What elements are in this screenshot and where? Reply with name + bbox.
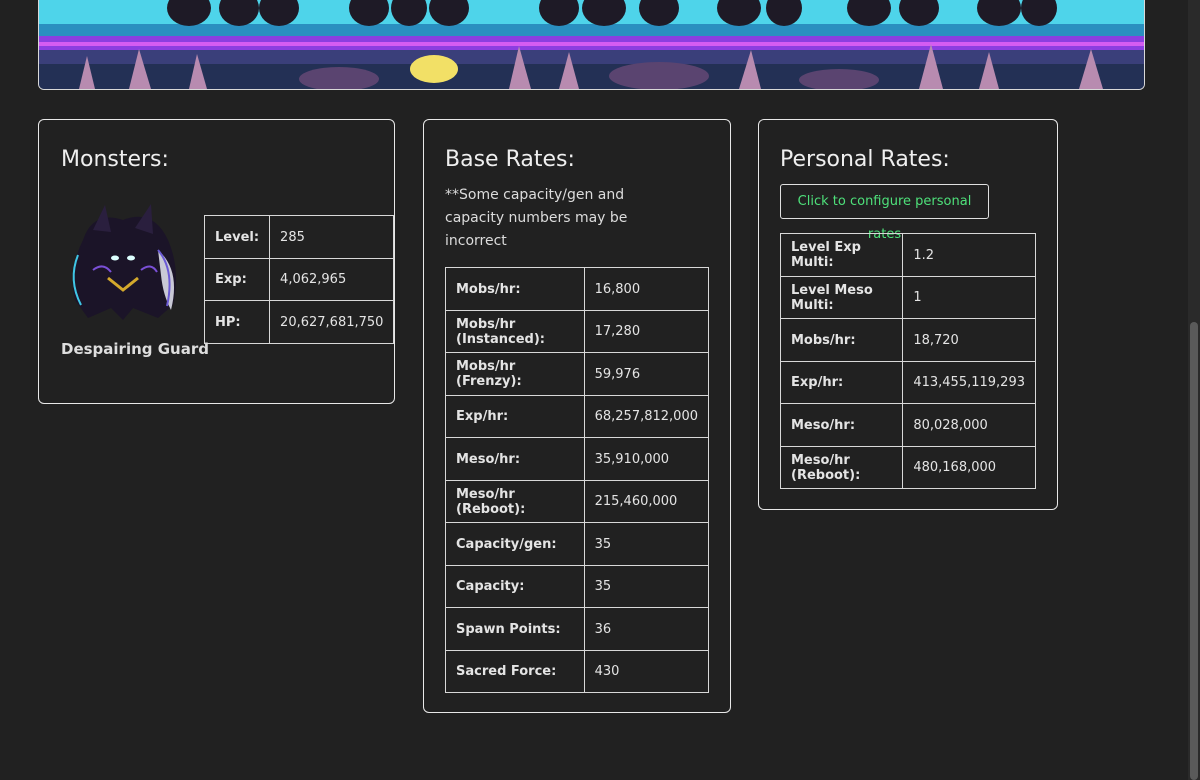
rate-value: 480,168,000	[902, 446, 1036, 489]
monster-image	[72, 204, 177, 320]
rate-label: Meso/hr (Reboot):	[445, 480, 585, 523]
monster-name: Despairing Guard	[61, 340, 209, 358]
table-row: Exp: 4,062,965	[203, 258, 395, 301]
rate-label: Spawn Points:	[445, 607, 585, 651]
table-row: Sacred Force: 430	[445, 650, 710, 693]
rate-label: Level Meso Multi:	[779, 276, 904, 319]
table-row: Capacity: 35	[445, 565, 710, 608]
rate-label: Meso/hr (Reboot):	[779, 446, 904, 489]
rate-label: Capacity/gen:	[445, 522, 585, 566]
rate-value: 17,280	[583, 310, 710, 353]
rate-value: 1.2	[902, 233, 1036, 277]
rate-label: Mobs/hr:	[779, 318, 904, 362]
page: Monsters: Despairing Guard Level: 285 Ex…	[0, 0, 1200, 780]
stat-label: HP:	[203, 300, 271, 344]
table-row: Mobs/hr (Frenzy): 59,976	[445, 352, 710, 396]
rate-value: 36	[583, 607, 710, 651]
personal-rates-card: Personal Rates: Click to configure perso…	[758, 119, 1058, 510]
rate-value: 215,460,000	[583, 480, 710, 523]
page-scrollbar[interactable]	[1188, 0, 1200, 780]
table-row: Level Exp Multi: 1.2	[779, 233, 1036, 277]
scrollbar-thumb[interactable]	[1190, 322, 1198, 780]
rate-label: Meso/hr:	[445, 437, 585, 481]
configure-personal-rates-button[interactable]: Click to configure personal rates	[780, 184, 989, 242]
rate-value: 68,257,812,000	[583, 395, 710, 438]
monsters-title: Monsters:	[61, 147, 169, 172]
rate-value: 1	[902, 276, 1036, 319]
stat-value: 285	[269, 215, 395, 259]
rate-label: Level Exp Multi:	[779, 233, 904, 277]
table-row: Exp/hr: 413,455,119,293	[779, 361, 1036, 404]
table-row: Meso/hr (Reboot): 480,168,000	[779, 446, 1036, 489]
rate-value: 413,455,119,293	[902, 361, 1036, 404]
rate-value: 18,720	[902, 318, 1036, 362]
base-rates-title: Base Rates:	[445, 147, 575, 172]
rate-value: 35	[583, 522, 710, 566]
table-row: Mobs/hr: 18,720	[779, 318, 1036, 362]
stat-label: Level:	[203, 215, 271, 259]
rate-value: 80,028,000	[902, 403, 1036, 447]
rate-value: 35,910,000	[583, 437, 710, 481]
monster-stats-table: Level: 285 Exp: 4,062,965 HP: 20,627,681…	[203, 215, 395, 344]
rate-label: Capacity:	[445, 565, 585, 608]
stat-label: Exp:	[203, 258, 271, 301]
rate-label: Mobs/hr (Instanced):	[445, 310, 585, 353]
rate-value: 430	[583, 650, 710, 693]
table-row: Exp/hr: 68,257,812,000	[445, 395, 710, 438]
rate-value: 59,976	[583, 352, 710, 396]
rate-label: Meso/hr:	[779, 403, 904, 447]
stat-value: 20,627,681,750	[269, 300, 395, 344]
rate-value: 16,800	[583, 267, 710, 311]
table-row: Level Meso Multi: 1	[779, 276, 1036, 319]
map-banner-image	[38, 0, 1145, 90]
table-row: Mobs/hr: 16,800	[445, 267, 710, 311]
rate-label: Sacred Force:	[445, 650, 585, 693]
rate-label: Exp/hr:	[445, 395, 585, 438]
table-row: Spawn Points: 36	[445, 607, 710, 651]
table-row: Capacity/gen: 35	[445, 522, 710, 566]
rate-value: 35	[583, 565, 710, 608]
stat-value: 4,062,965	[269, 258, 395, 301]
table-row: HP: 20,627,681,750	[203, 300, 395, 344]
table-row: Mobs/hr (Instanced): 17,280	[445, 310, 710, 353]
personal-rates-table: Level Exp Multi: 1.2 Level Meso Multi: 1…	[779, 233, 1036, 489]
base-rates-table: Mobs/hr: 16,800 Mobs/hr (Instanced): 17,…	[445, 267, 710, 693]
capacity-note: **Some capacity/gen and capacity numbers…	[445, 187, 628, 249]
table-row: Meso/hr: 80,028,000	[779, 403, 1036, 447]
table-row: Level: 285	[203, 215, 395, 259]
rate-label: Mobs/hr (Frenzy):	[445, 352, 585, 396]
rate-label: Exp/hr:	[779, 361, 904, 404]
rate-label: Mobs/hr:	[445, 267, 585, 311]
table-row: Meso/hr: 35,910,000	[445, 437, 710, 481]
personal-rates-title: Personal Rates:	[780, 147, 950, 172]
table-row: Meso/hr (Reboot): 215,460,000	[445, 480, 710, 523]
base-rates-card: Base Rates: **Some capacity/gen and capa…	[423, 119, 731, 713]
monsters-card: Monsters: Despairing Guard Level: 285 Ex…	[38, 119, 395, 404]
